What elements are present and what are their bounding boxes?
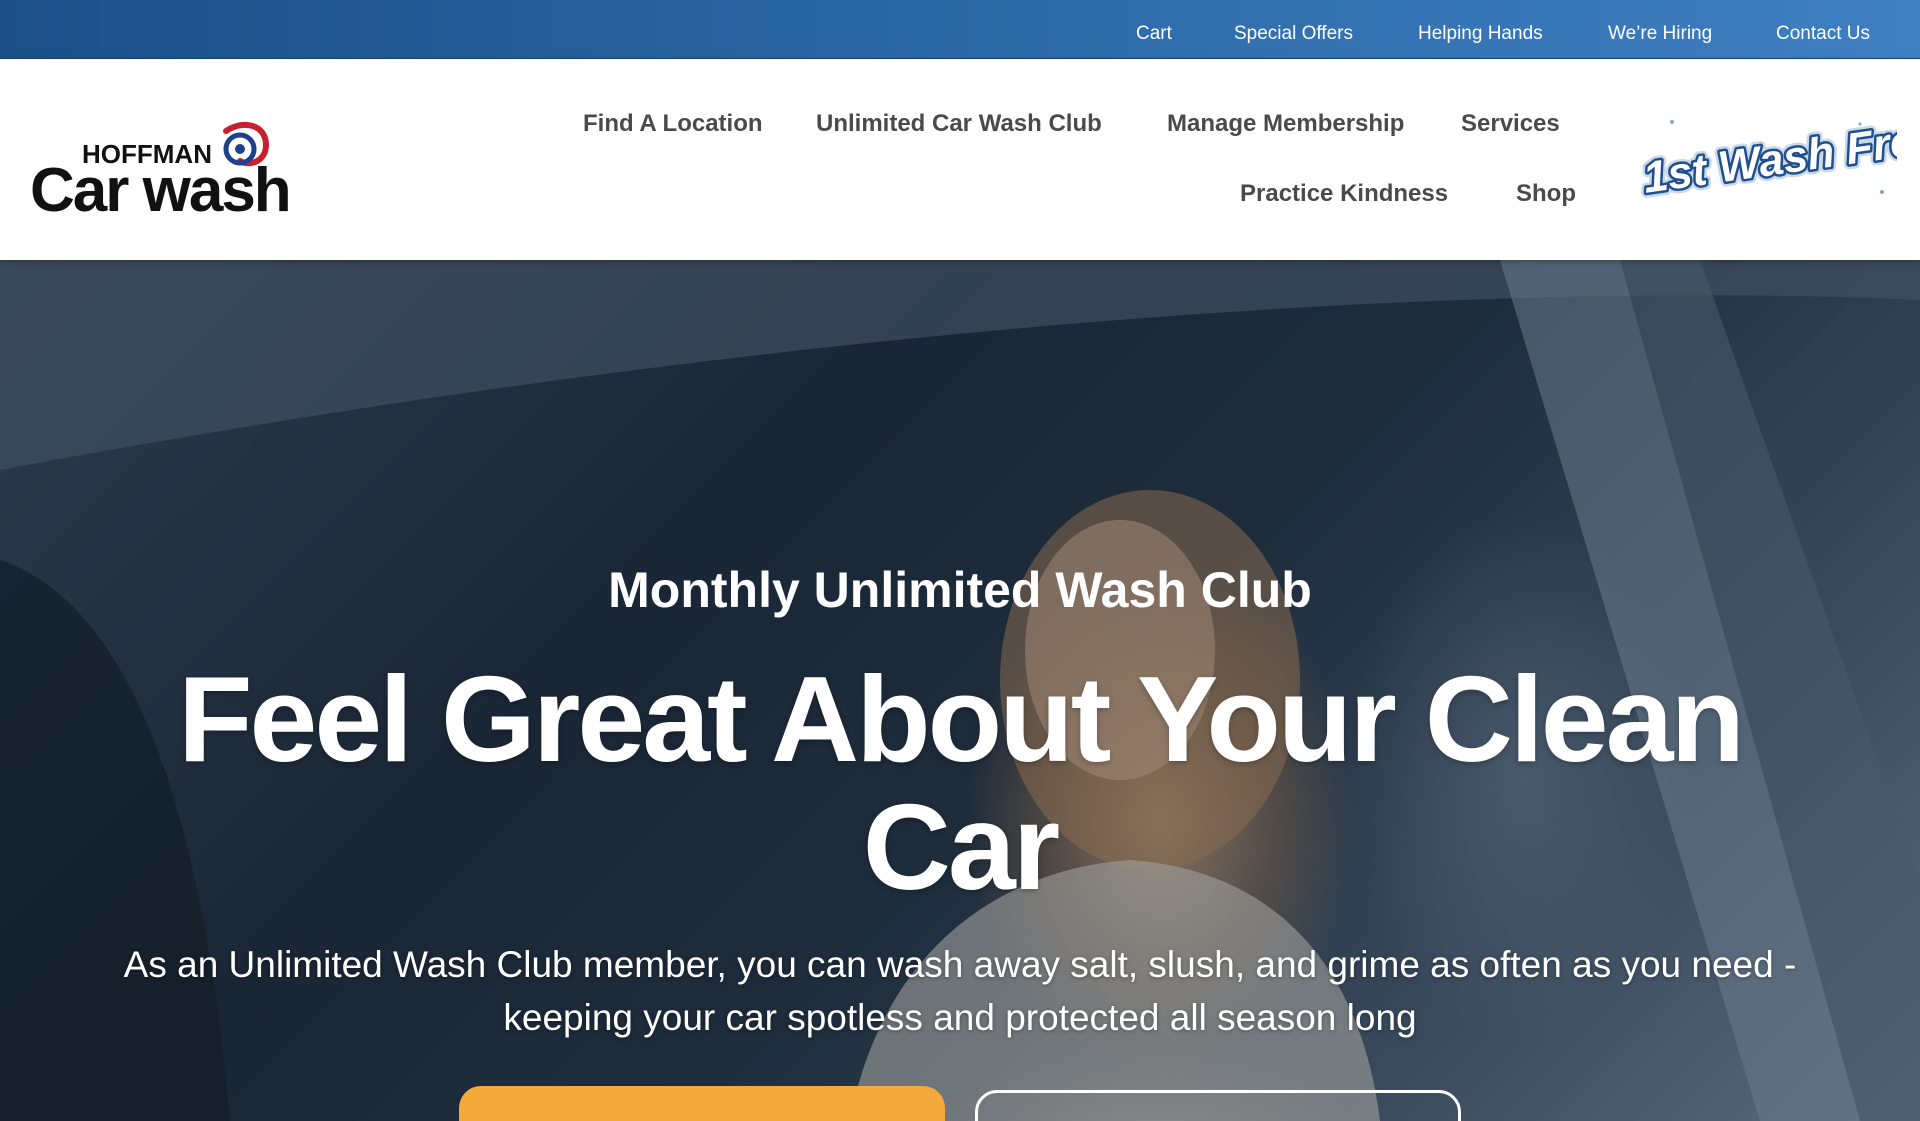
utility-link-helping-hands[interactable]: Helping Hands bbox=[1418, 22, 1543, 46]
nav-practice-kindness[interactable]: Practice Kindness bbox=[1240, 179, 1448, 209]
nav-find-a-location[interactable]: Find A Location bbox=[583, 109, 763, 139]
site-logo[interactable]: HOFFMAN Car wash bbox=[30, 111, 302, 221]
nav-manage-membership[interactable]: Manage Membership bbox=[1167, 109, 1404, 139]
promo-badge-graphic: 1st Wash Free! 1st Wash Free! bbox=[1635, 106, 1920, 208]
hero-description: As an Unlimited Wash Club member, you ca… bbox=[123, 944, 1797, 1038]
utility-link-contact-us[interactable]: Contact Us bbox=[1776, 22, 1870, 46]
hero-primary-button[interactable] bbox=[459, 1086, 945, 1121]
promo-text: 1st Wash Free! bbox=[1640, 114, 1897, 203]
utility-link-were-hiring[interactable]: We’re Hiring bbox=[1608, 22, 1712, 46]
utility-bar: Cart Special Offers Helping Hands We’re … bbox=[0, 0, 1920, 59]
nav-unlimited-car-wash-club[interactable]: Unlimited Car Wash Club bbox=[816, 109, 1102, 139]
utility-link-cart[interactable]: Cart bbox=[1136, 22, 1172, 46]
utility-link-special-offers[interactable]: Special Offers bbox=[1234, 22, 1353, 46]
logo-wordmark-bottom: Car wash bbox=[30, 156, 290, 221]
hero-secondary-button[interactable] bbox=[975, 1090, 1461, 1121]
nav-services[interactable]: Services bbox=[1461, 109, 1560, 139]
hero-title: Feel Great About Your Clean Car bbox=[177, 651, 1745, 915]
hero-section: Monthly Unlimited Wash Club Feel Great A… bbox=[0, 260, 1920, 1121]
nav-shop[interactable]: Shop bbox=[1516, 179, 1576, 209]
logo-graphic: HOFFMAN Car wash bbox=[30, 121, 292, 221]
first-wash-free-badge[interactable]: 1st Wash Free! 1st Wash Free! bbox=[1632, 106, 1920, 208]
hero-kicker: Monthly Unlimited Wash Club bbox=[608, 562, 1312, 618]
main-header: HOFFMAN Car wash Find A Location Unlimit… bbox=[0, 59, 1920, 260]
